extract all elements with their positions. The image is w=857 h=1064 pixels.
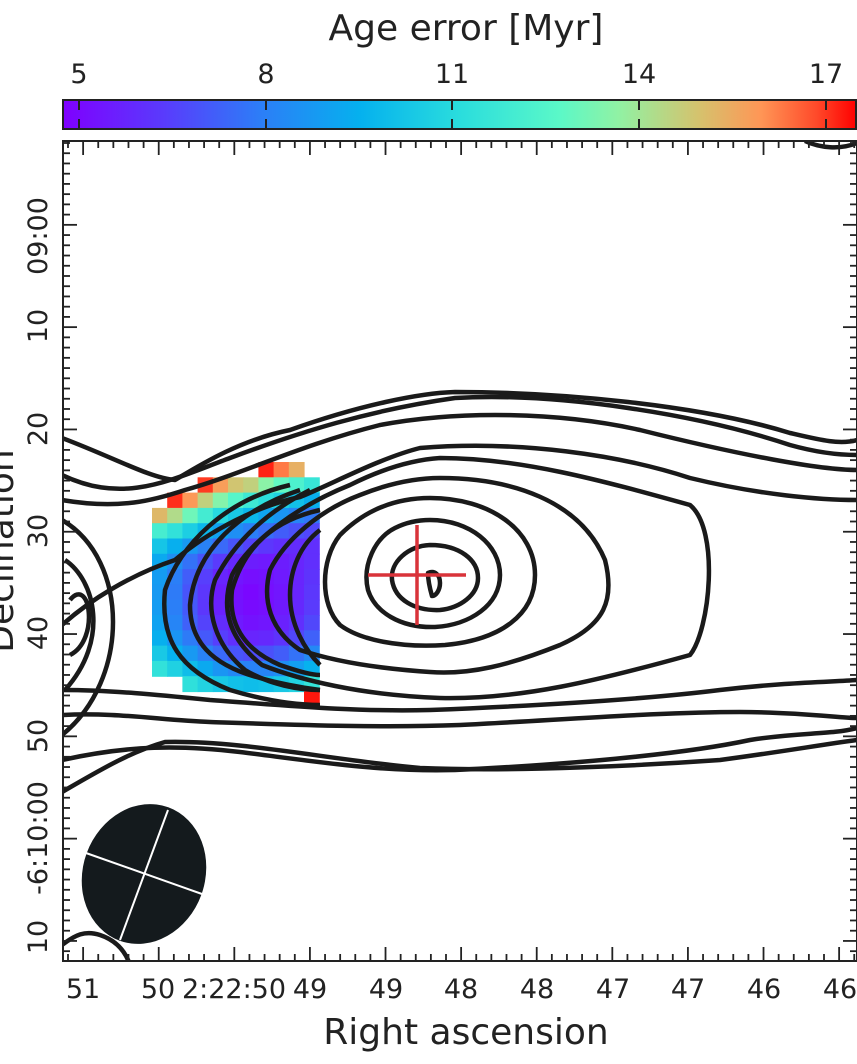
heatmap-cell: [167, 523, 183, 540]
y-axis-label: Declination: [0, 449, 22, 653]
heatmap-cell: [212, 492, 229, 509]
heatmap-cell: [152, 660, 168, 677]
heatmap-cell: [152, 630, 168, 647]
heatmap-cell: [182, 492, 199, 509]
heatmap-cell: [304, 569, 320, 585]
heatmap-cell: [304, 599, 320, 616]
x-tick-label: 46: [747, 974, 781, 1005]
heatmap-cell: [243, 584, 259, 601]
heatmap-cell: [152, 523, 168, 540]
y-tick-label: 30: [23, 514, 54, 548]
y-tick-label: 10: [23, 309, 54, 343]
colorbar-tick-label: 14: [622, 59, 656, 90]
colorbar-tick-label: 17: [809, 59, 843, 90]
x-axis-label: Right ascension: [323, 1012, 608, 1053]
y-tick-labels: 09:00 10 20 30 40 50 -6:10:00 10: [23, 197, 54, 954]
colorbar: [62, 99, 857, 130]
heatmap-cell: [304, 584, 320, 601]
colorbar-tick-label: 11: [435, 59, 469, 90]
colorbar-tick-label: 8: [257, 59, 274, 90]
heatmap-cell: [273, 462, 290, 478]
heatmap-cell: [288, 462, 305, 478]
colorbar-tick-label: 5: [70, 59, 87, 90]
heatmap-cell: [152, 538, 168, 555]
y-tick-label: 09:00: [23, 197, 54, 275]
heatmap-cell: [167, 538, 183, 555]
x-tick-label: 2:22:50: [182, 974, 286, 1005]
y-tick-label: 40: [23, 616, 54, 650]
figure: Age error [Myr] 5 8 11 14 17 51 50 2:22:…: [0, 8, 857, 1053]
heatmap-cell: [273, 599, 290, 616]
heatmap-cell: [243, 477, 259, 494]
heatmap-cell: [167, 615, 183, 631]
heatmap-cell: [243, 569, 259, 585]
heatmap-cell: [182, 553, 199, 570]
x-tick-label: 51: [66, 974, 100, 1005]
heatmap-cell: [243, 615, 259, 631]
x-tick-label: 46: [823, 974, 857, 1005]
heatmap-cell: [304, 615, 320, 631]
x-tick-label: 49: [369, 974, 403, 1005]
y-tick-label: 10: [23, 920, 54, 954]
x-tick-label: 48: [444, 974, 478, 1005]
heatmap-cell: [258, 630, 275, 647]
heatmap-cell: [243, 599, 259, 616]
x-tick-label: 47: [671, 974, 705, 1005]
heatmap-cell: [152, 645, 168, 662]
heatmap-cell: [197, 492, 214, 509]
heatmap-cell: [167, 507, 183, 524]
heatmap-cell: [152, 507, 168, 524]
heatmap-cell: [167, 660, 183, 677]
heatmap-cell: [167, 599, 183, 616]
x-tick-label: 49: [293, 974, 327, 1005]
heatmap-cell: [228, 477, 244, 494]
heatmap-cell: [273, 584, 290, 601]
heatmap-cell: [182, 507, 199, 524]
heatmap-cell: [182, 676, 199, 693]
colorbar-label: Age error [Myr]: [329, 8, 604, 49]
colorbar-tick-labels: 5 8 11 14 17: [70, 59, 843, 90]
heatmap-cell: [167, 584, 183, 601]
heatmap-cell: [273, 645, 290, 662]
heatmap-cell: [304, 553, 320, 570]
x-tick-label: 48: [520, 974, 554, 1005]
x-tick-label: 50: [141, 974, 175, 1005]
x-tick-label: 47: [596, 974, 630, 1005]
heatmap-cell: [273, 569, 290, 585]
y-tick-label: -6:10:00: [23, 781, 54, 895]
y-tick-label: 20: [23, 412, 54, 446]
x-tick-labels: 51 50 2:22:50 49 49 48 48 47 47 46 46: [66, 974, 857, 1005]
y-tick-label: 50: [23, 719, 54, 753]
heatmap-cell: [304, 630, 320, 647]
